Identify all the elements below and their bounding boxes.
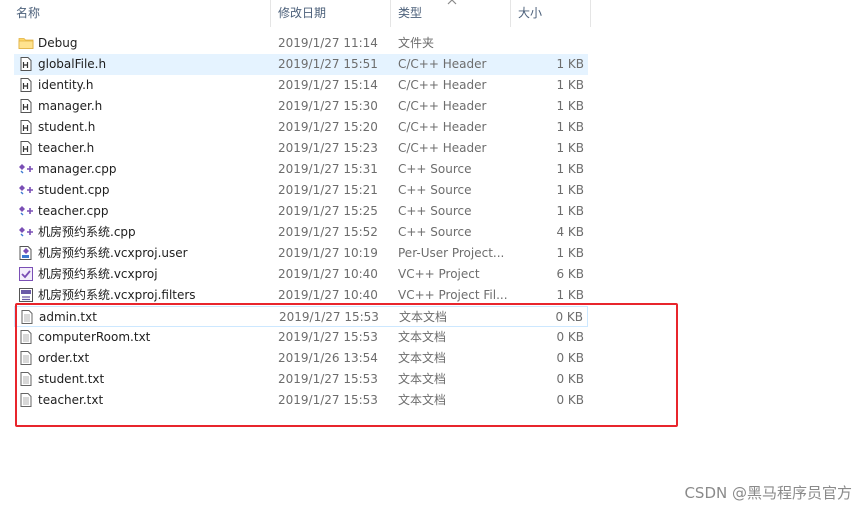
sort-up-arrow-icon bbox=[447, 0, 457, 5]
file-date: 2019/1/27 15:21 bbox=[278, 183, 378, 197]
header-file-icon bbox=[18, 140, 34, 156]
folder-icon bbox=[18, 35, 34, 51]
cpp-file-icon bbox=[18, 161, 34, 177]
file-row[interactable]: student.h 2019/1/27 15:20 C/C++ Header 1 KB bbox=[14, 117, 588, 138]
file-type: C++ Source bbox=[398, 204, 472, 218]
file-name: identity.h bbox=[38, 78, 94, 92]
file-row[interactable]: manager.cpp 2019/1/27 15:31 C++ Source 1 KB bbox=[14, 159, 588, 180]
file-type: 文件夹 bbox=[398, 36, 435, 50]
file-row[interactable]: teacher.h 2019/1/27 15:23 C/C++ Header 1 KB bbox=[14, 138, 588, 159]
file-row[interactable]: manager.h 2019/1/27 15:30 C/C++ Header 1 KB bbox=[14, 96, 588, 117]
highlight-box bbox=[15, 303, 678, 427]
column-divider[interactable] bbox=[590, 0, 591, 27]
column-header-size[interactable]: 大小 bbox=[510, 0, 590, 27]
file-date: 2019/1/27 15:31 bbox=[278, 162, 378, 176]
vcxproj-user-icon bbox=[18, 245, 34, 261]
file-type: C++ Source bbox=[398, 225, 472, 239]
file-date: 2019/1/27 15:23 bbox=[278, 141, 378, 155]
file-date: 2019/1/27 15:14 bbox=[278, 78, 378, 92]
file-row[interactable]: 机房预约系统.cpp 2019/1/27 15:52 C++ Source 4 KB bbox=[14, 222, 588, 243]
file-size: 1 KB bbox=[556, 246, 584, 260]
file-date: 2019/1/27 15:30 bbox=[278, 99, 378, 113]
file-type: C/C++ Header bbox=[398, 99, 487, 113]
file-name: manager.cpp bbox=[38, 162, 117, 176]
cpp-file-icon bbox=[18, 182, 34, 198]
header-file-icon bbox=[18, 56, 34, 72]
file-type: C++ Source bbox=[398, 162, 472, 176]
file-date: 2019/1/27 15:20 bbox=[278, 120, 378, 134]
file-size: 1 KB bbox=[556, 120, 584, 134]
cpp-file-icon bbox=[18, 203, 34, 219]
file-row[interactable]: globalFile.h 2019/1/27 15:51 C/C++ Header 1… bbox=[14, 54, 588, 75]
watermark: CSDN @黑马程序员官方 bbox=[684, 484, 852, 502]
file-row[interactable]: 机房预约系统.vcxproj.user 2019/1/27 10:19 Per-Us… bbox=[14, 243, 588, 264]
file-type: C/C++ Header bbox=[398, 57, 487, 71]
file-size: 1 KB bbox=[556, 141, 584, 155]
file-name: globalFile.h bbox=[38, 57, 107, 71]
file-date: 2019/1/27 11:14 bbox=[278, 36, 378, 50]
filters-file-icon bbox=[18, 287, 34, 303]
file-name: 机房预约系统.cpp bbox=[38, 225, 136, 239]
file-name: 机房预约系统.vcxproj.user bbox=[38, 246, 188, 260]
file-date: 2019/1/27 15:52 bbox=[278, 225, 378, 239]
file-type: C/C++ Header bbox=[398, 78, 487, 92]
file-name: teacher.h bbox=[38, 141, 95, 155]
file-type: C++ Source bbox=[398, 183, 472, 197]
file-size: 1 KB bbox=[556, 183, 584, 197]
file-size: 1 KB bbox=[556, 204, 584, 218]
file-size: 4 KB bbox=[556, 225, 584, 239]
header-file-icon bbox=[18, 77, 34, 93]
file-row[interactable]: 机房预约系统.vcxproj 2019/1/27 10:40 VC++ Projec… bbox=[14, 264, 588, 285]
file-name: manager.h bbox=[38, 99, 103, 113]
file-row[interactable]: student.cpp 2019/1/27 15:21 C++ Source 1 KB bbox=[14, 180, 588, 201]
file-date: 2019/1/27 10:40 bbox=[278, 267, 378, 281]
file-date: 2019/1/27 15:51 bbox=[278, 57, 378, 71]
file-type: C/C++ Header bbox=[398, 141, 487, 155]
column-header-date[interactable]: 修改日期 bbox=[270, 0, 390, 27]
file-type: VC++ Project bbox=[398, 267, 480, 281]
file-name: student.h bbox=[38, 120, 96, 134]
file-name: student.cpp bbox=[38, 183, 110, 197]
file-row[interactable]: teacher.cpp 2019/1/27 15:25 C++ Source 1 KB bbox=[14, 201, 588, 222]
file-type: C/C++ Header bbox=[398, 120, 487, 134]
column-header-name[interactable]: 名称 bbox=[8, 0, 268, 27]
file-row[interactable]: identity.h 2019/1/27 15:14 C/C++ Header 1 K… bbox=[14, 75, 588, 96]
file-name: 机房预约系统.vcxproj bbox=[38, 267, 158, 281]
file-type: Per-User Project... bbox=[398, 246, 505, 260]
header-file-icon bbox=[18, 98, 34, 114]
file-row[interactable]: Debug 2019/1/27 11:14 文件夹 bbox=[14, 33, 588, 54]
file-date: 2019/1/27 10:19 bbox=[278, 246, 378, 260]
header-file-icon bbox=[18, 119, 34, 135]
file-size: 1 KB bbox=[556, 57, 584, 71]
vcxproj-icon bbox=[18, 266, 34, 282]
column-header: 名称 修改日期 类型 大小 bbox=[0, 0, 866, 27]
file-size: 1 KB bbox=[556, 99, 584, 113]
file-date: 2019/1/27 15:25 bbox=[278, 204, 378, 218]
file-name: Debug bbox=[38, 36, 78, 50]
file-size: 1 KB bbox=[556, 162, 584, 176]
file-size: 1 KB bbox=[556, 78, 584, 92]
file-size: 6 KB bbox=[556, 267, 584, 281]
file-name: teacher.cpp bbox=[38, 204, 109, 218]
cpp-file-icon bbox=[18, 224, 34, 240]
